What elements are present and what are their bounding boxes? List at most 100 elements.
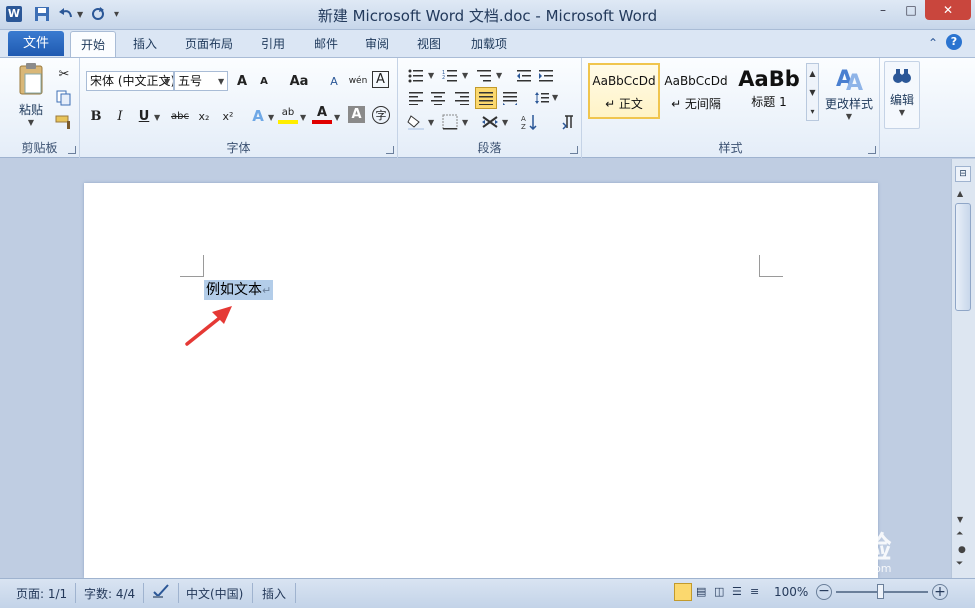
phonetic-guide-icon[interactable]: wén [348, 71, 368, 91]
italic-button[interactable]: I [110, 106, 130, 126]
outline-view-icon[interactable]: ☰ [732, 585, 742, 598]
style-no-spacing[interactable]: AaBbCcDd ↵ 无间隔 [660, 63, 732, 119]
zoom-slider-thumb[interactable] [877, 584, 884, 599]
underline-dropdown-icon[interactable]: ▼ [154, 113, 160, 122]
change-case-icon[interactable]: Aa [286, 71, 312, 91]
ruler-toggle-icon[interactable]: ⊟ [955, 166, 971, 182]
web-layout-icon[interactable]: ◫ [714, 585, 724, 598]
proofing-icon[interactable] [152, 583, 170, 602]
language-indicator[interactable]: 中文(中国) [186, 585, 243, 602]
zoom-in-icon[interactable]: + [932, 584, 948, 600]
line-spacing-dropdown-icon[interactable]: ▼ [552, 93, 558, 102]
copy-icon[interactable] [54, 88, 74, 108]
shading-icon[interactable] [406, 112, 426, 132]
tab-references[interactable]: 引用 [252, 31, 294, 57]
align-center-icon[interactable] [428, 88, 448, 108]
sort-icon[interactable]: AZ [520, 112, 540, 132]
page-count[interactable]: 页面: 1/1 [16, 585, 67, 602]
bullets-icon[interactable] [406, 66, 426, 86]
scroll-down-icon[interactable]: ▼ [957, 515, 963, 524]
word-count[interactable]: 字数: 4/4 [84, 585, 135, 602]
align-left-icon[interactable] [406, 88, 426, 108]
font-color-icon[interactable]: A [312, 104, 332, 124]
align-right-icon[interactable] [452, 88, 472, 108]
styles-scroll[interactable]: ▲ ▼ ▾ [806, 63, 819, 121]
print-layout-view-icon[interactable] [674, 583, 692, 601]
paragraph-launcher-icon[interactable] [570, 146, 578, 154]
zoom-level[interactable]: 100% [774, 585, 808, 599]
shrink-font-icon[interactable]: A [254, 71, 274, 91]
highlight-icon[interactable]: ab [278, 104, 298, 124]
tab-view[interactable]: 视图 [408, 31, 450, 57]
shading-dropdown-icon[interactable]: ▼ [428, 118, 434, 127]
maximize-button[interactable]: □ [898, 0, 924, 20]
tab-insert[interactable]: 插入 [124, 31, 166, 57]
bullets-dropdown-icon[interactable]: ▼ [428, 71, 434, 80]
enclose-char-icon[interactable]: 字 [372, 106, 390, 124]
text-effect-icon[interactable]: A [248, 106, 268, 126]
asian-layout-icon[interactable] [480, 112, 500, 132]
numbering-icon[interactable]: 12 [440, 66, 460, 86]
tab-addins[interactable]: 加载项 [462, 31, 516, 57]
scroll-up-icon[interactable]: ▲ [957, 189, 963, 198]
tab-mailings[interactable]: 邮件 [305, 31, 347, 57]
font-launcher-icon[interactable] [386, 146, 394, 154]
numbering-dropdown-icon[interactable]: ▼ [462, 71, 468, 80]
vertical-scrollbar[interactable]: ⊟ ▲ ▼ ⏶ ● ⏷ [951, 159, 975, 578]
insert-mode[interactable]: 插入 [262, 585, 286, 602]
font-size-dropdown-icon[interactable]: ▼ [218, 77, 224, 86]
tab-home[interactable]: 开始 [70, 31, 116, 57]
change-styles-label: 更改样式 [824, 97, 873, 111]
highlight-dropdown-icon[interactable]: ▼ [300, 113, 306, 122]
next-page-icon[interactable]: ⏷ [956, 559, 963, 569]
zoom-out-icon[interactable]: − [816, 584, 832, 600]
char-shading-icon[interactable]: A [348, 106, 365, 123]
borders-dropdown-icon[interactable]: ▼ [462, 118, 468, 127]
previous-page-icon[interactable]: ⏶ [956, 529, 963, 539]
font-name-combo[interactable]: 宋体 (中文正文) [86, 71, 174, 91]
browse-object-icon[interactable]: ● [958, 545, 966, 555]
tab-file[interactable]: 文件 [8, 31, 64, 56]
close-button[interactable]: ✕ [925, 0, 971, 20]
increase-indent-icon[interactable] [536, 66, 556, 86]
strikethrough-button[interactable]: abc [168, 106, 192, 126]
help-icon[interactable]: ? [946, 34, 962, 50]
line-spacing-icon[interactable] [532, 88, 552, 108]
full-screen-reading-icon[interactable]: ▤ [696, 585, 706, 598]
cut-icon[interactable]: ✂ [54, 64, 74, 84]
tab-review[interactable]: 审阅 [356, 31, 398, 57]
bold-button[interactable]: B [86, 106, 106, 126]
font-color-dropdown-icon[interactable]: ▼ [334, 113, 340, 122]
justify-button[interactable] [475, 87, 497, 109]
text-effect-dropdown-icon[interactable]: ▼ [268, 113, 274, 122]
font-name-dropdown-icon[interactable]: ▼ [164, 77, 170, 86]
minimize-ribbon-icon[interactable]: ⌃ [928, 36, 938, 50]
draft-view-icon[interactable]: ≡ [750, 585, 759, 598]
tab-page-layout[interactable]: 页面布局 [178, 31, 240, 57]
multilevel-list-icon[interactable] [474, 66, 494, 86]
clipboard-launcher-icon[interactable] [68, 146, 76, 154]
superscript-button[interactable]: x² [218, 106, 238, 126]
format-painter-icon[interactable] [54, 112, 74, 132]
clear-format-icon[interactable]: A [324, 71, 344, 91]
paste-button[interactable]: 粘贴 ▼ [14, 62, 48, 127]
char-border-icon[interactable]: A [372, 71, 389, 88]
grow-font-icon[interactable]: A [232, 71, 252, 91]
scroll-thumb[interactable] [955, 203, 971, 311]
show-marks-icon[interactable] [558, 112, 578, 132]
style-heading-1[interactable]: AaBb 标题 1 [734, 63, 804, 119]
change-styles-button[interactable]: AA 更改样式 ▼ [822, 62, 876, 132]
selected-text[interactable]: 例如文本↵ [204, 280, 274, 300]
underline-button[interactable]: U [134, 106, 154, 126]
styles-launcher-icon[interactable] [868, 146, 876, 154]
decrease-indent-icon[interactable] [514, 66, 534, 86]
style-normal[interactable]: AaBbCcDd ↵ 正文 [588, 63, 660, 119]
minimize-button[interactable]: – [868, 0, 898, 20]
multilevel-dropdown-icon[interactable]: ▼ [496, 71, 502, 80]
document-page[interactable] [84, 183, 878, 578]
subscript-button[interactable]: x₂ [194, 106, 214, 126]
editing-button[interactable]: 编辑 ▼ [884, 61, 920, 129]
borders-icon[interactable] [440, 112, 460, 132]
asian-layout-dropdown-icon[interactable]: ▼ [502, 118, 508, 127]
distributed-icon[interactable] [500, 88, 520, 108]
